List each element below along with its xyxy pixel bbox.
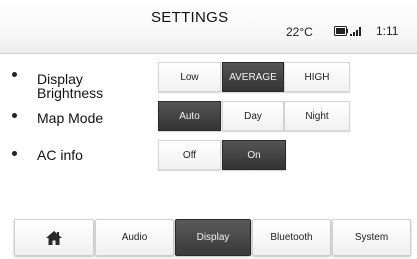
tab-home[interactable]: [14, 219, 94, 256]
tab-system[interactable]: System: [332, 219, 411, 256]
tab-audio[interactable]: Audio: [95, 219, 174, 256]
map-mode-day-button[interactable]: Day: [222, 101, 284, 131]
label-map-mode: Map Mode: [37, 110, 104, 126]
brightness-low-button[interactable]: Low: [158, 62, 221, 92]
home-icon: [46, 230, 62, 245]
bullet-display-brightness: [12, 72, 17, 77]
brightness-average-button[interactable]: AVERAGE: [222, 62, 284, 92]
phone-battery-signal-icon: [334, 26, 361, 36]
map-mode-night-button[interactable]: Night: [284, 101, 350, 131]
bullet-ac-info: [12, 151, 17, 156]
ac-info-off-button[interactable]: Off: [158, 140, 221, 170]
label-display-brightness: Display Brightness: [37, 71, 104, 101]
temperature-readout: 22°C: [286, 25, 313, 39]
status-header: SETTINGS 22°C 1:11: [0, 0, 417, 54]
brightness-high-button[interactable]: HIGH: [284, 62, 350, 92]
label-ac-info: AC info: [37, 147, 83, 163]
ac-info-on-button[interactable]: On: [222, 140, 286, 170]
clock: 1:11: [376, 24, 399, 38]
bullet-map-mode: [12, 113, 17, 118]
tab-display[interactable]: Display: [175, 219, 251, 256]
tab-bluetooth[interactable]: Bluetooth: [252, 219, 331, 256]
map-mode-auto-button[interactable]: Auto: [158, 101, 221, 131]
page-title: SETTINGS: [151, 9, 229, 26]
